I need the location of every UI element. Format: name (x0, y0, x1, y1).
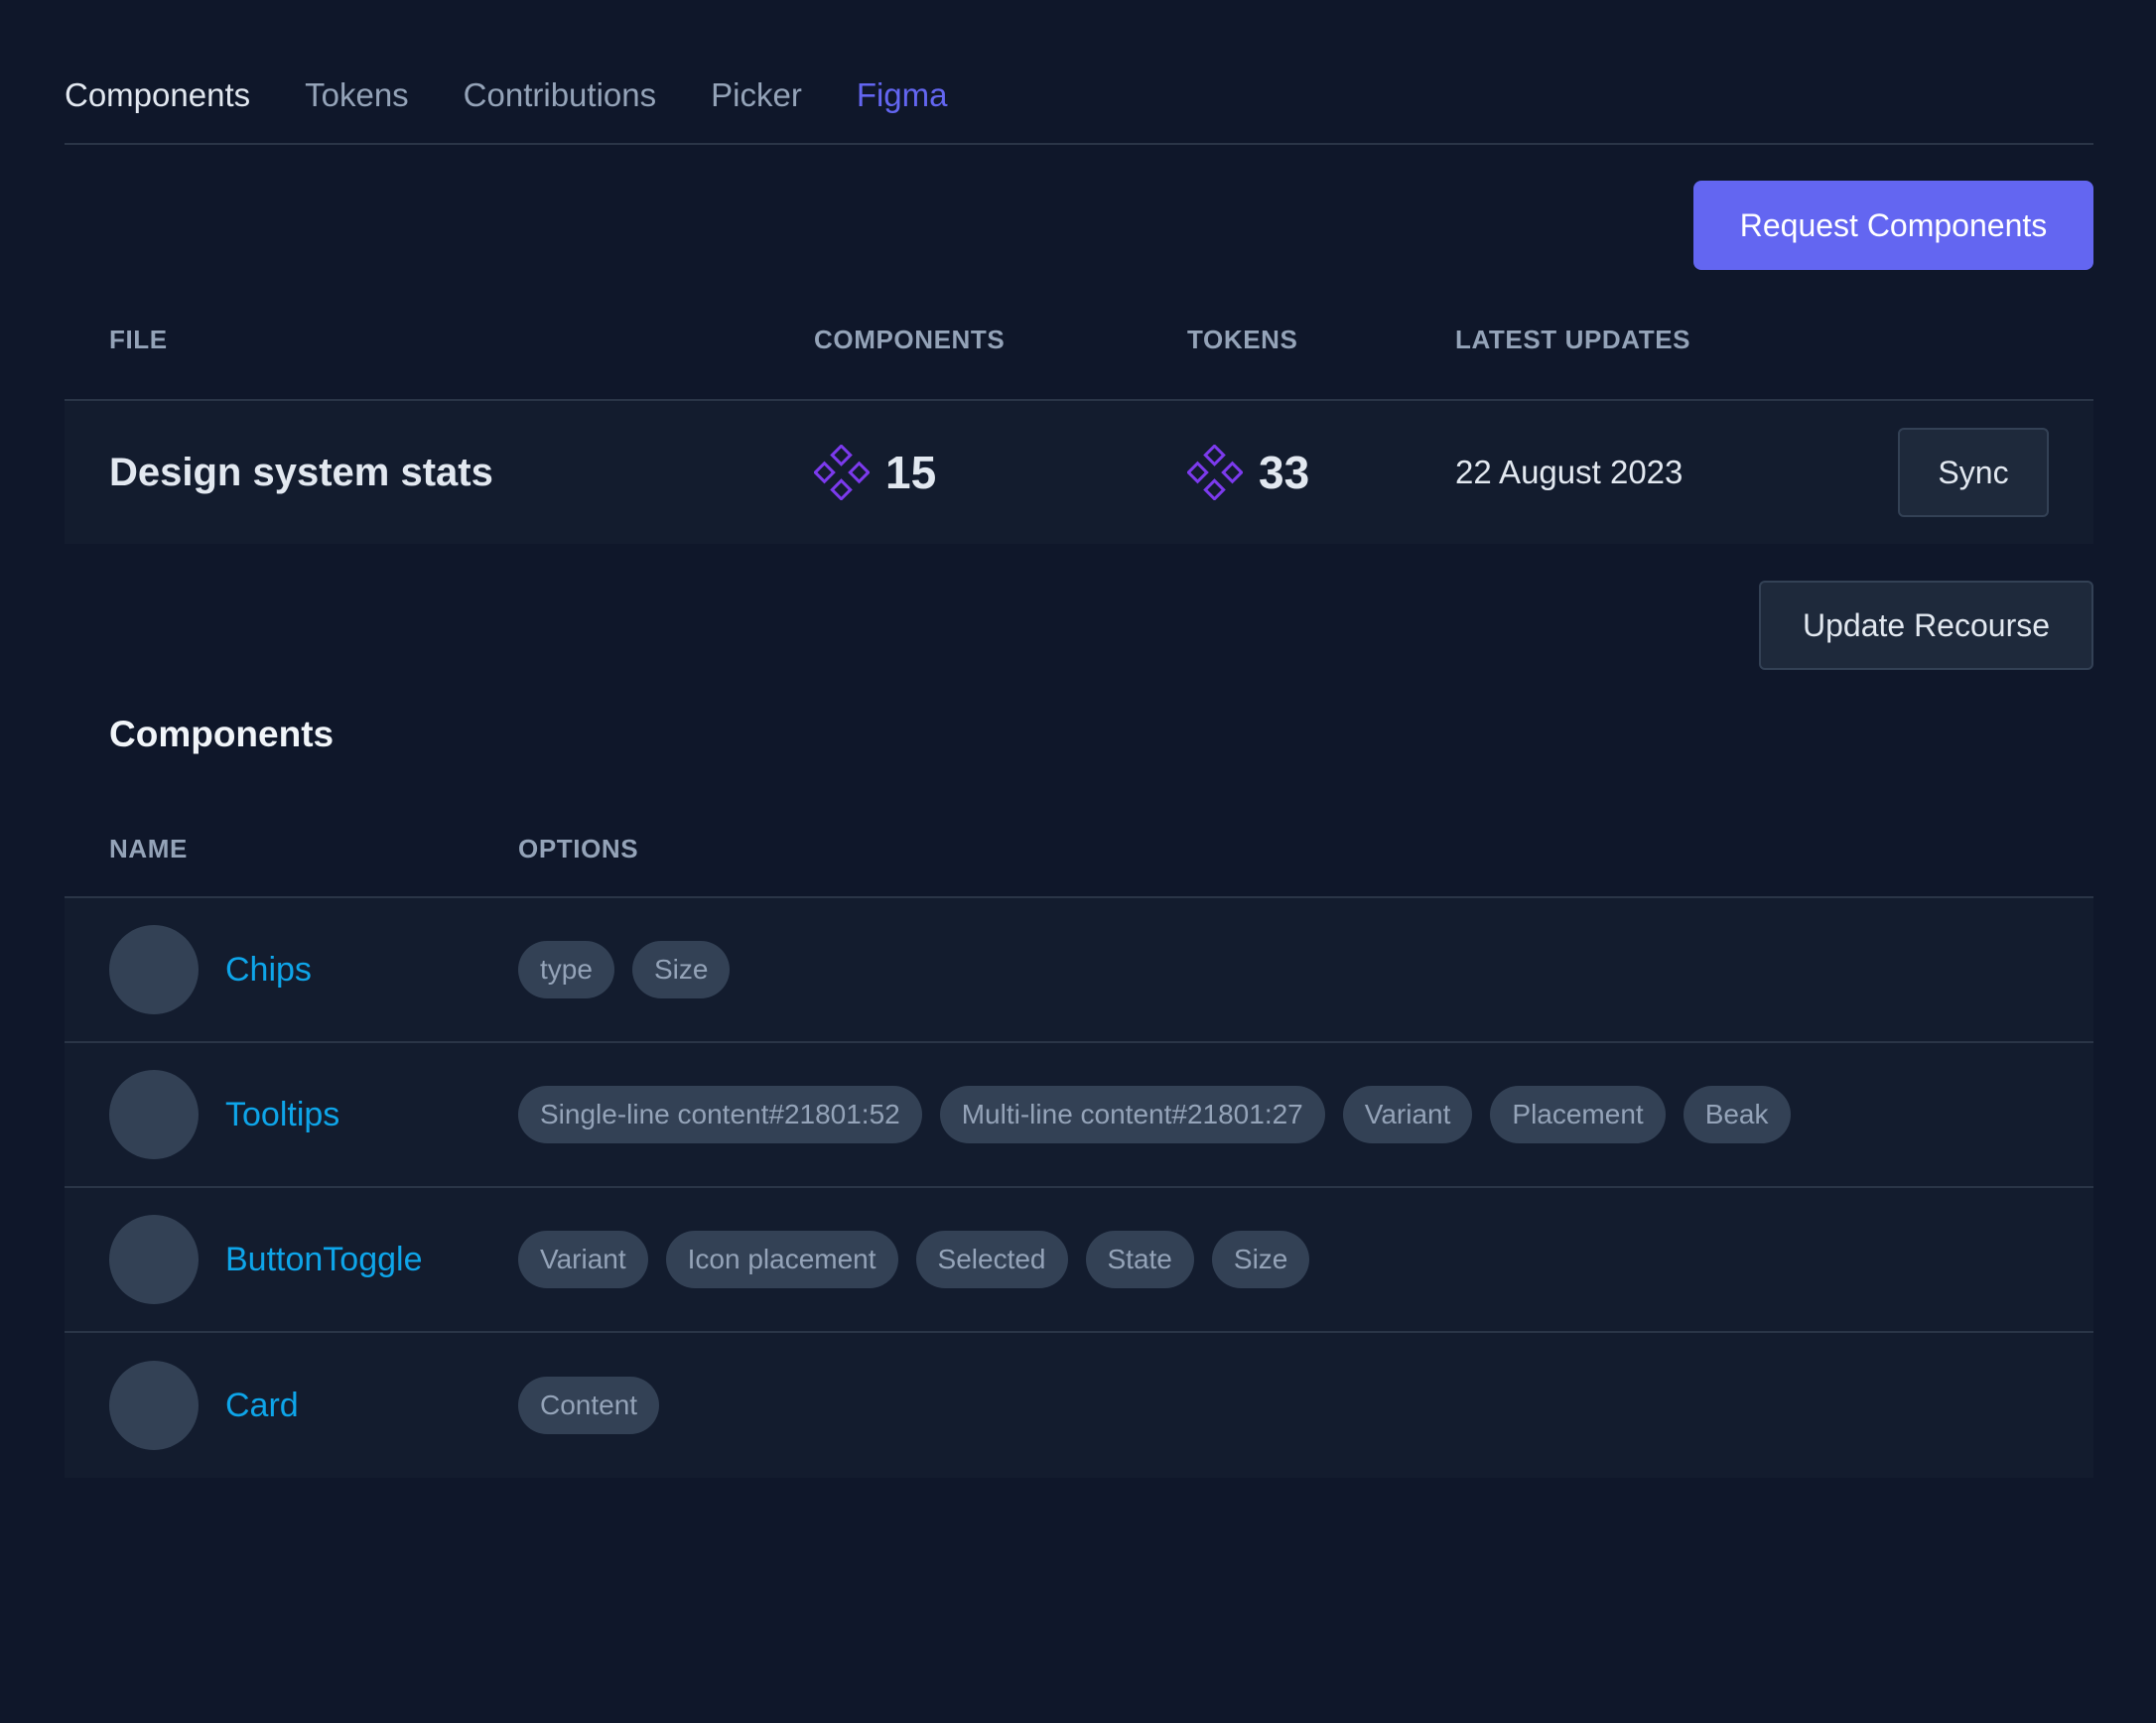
option-chip: Beak (1683, 1086, 1791, 1143)
option-chip: type (518, 941, 614, 998)
tab-picker[interactable]: Picker (711, 78, 802, 111)
header-components: COMPONENTS (814, 324, 1006, 354)
page: Components Tokens Contributions Picker F… (65, 0, 2093, 1478)
avatar (109, 925, 199, 1014)
option-chip: Variant (518, 1231, 648, 1288)
header-tokens: TOKENS (1187, 324, 1298, 354)
component-name-link[interactable]: Chips (225, 951, 312, 990)
tokens-value: 33 (1259, 447, 1310, 498)
option-chip: Single-line content#21801:52 (518, 1086, 922, 1143)
name-cell: ButtonToggle (109, 1215, 518, 1304)
sync-button[interactable]: Sync (1898, 428, 2049, 517)
option-chip: Size (631, 941, 731, 998)
tab-bar: Components Tokens Contributions Picker F… (65, 0, 2093, 145)
option-chip: Multi-line content#21801:27 (939, 1086, 1325, 1143)
component-icon (814, 445, 870, 500)
update-recourse-button[interactable]: Update Recourse (1759, 581, 2093, 670)
option-chip: Selected (915, 1231, 1068, 1288)
table-row: ButtonToggle Variant Icon placement Selecte… (65, 1188, 2093, 1333)
component-icon (1187, 445, 1243, 500)
stats-table-header: FILE COMPONENTS TOKENS LATEST UPDATES (65, 270, 2093, 401)
option-chip: Size (1211, 1231, 1310, 1288)
header-options: OPTIONS (518, 833, 639, 863)
option-chip: Variant (1342, 1086, 1473, 1143)
request-components-button[interactable]: Request Components (1693, 181, 2093, 270)
tab-tokens[interactable]: Tokens (305, 78, 409, 111)
tab-contributions[interactable]: Contributions (464, 78, 656, 111)
options-list: type Size (518, 941, 747, 998)
avatar (109, 1215, 199, 1304)
components-table-body: Chips type Size Tooltips Single-line content… (65, 898, 2093, 1478)
request-row: Request Components (65, 181, 2093, 270)
name-cell: Tooltips (109, 1070, 518, 1159)
option-chip: State (1085, 1231, 1194, 1288)
header-latest-updates: LATEST UPDATES (1455, 324, 1691, 354)
avatar (109, 1070, 199, 1159)
tab-components[interactable]: Components (65, 78, 250, 111)
table-row: Card Content (65, 1333, 2093, 1478)
avatar (109, 1361, 199, 1450)
component-name-link[interactable]: Tooltips (225, 1096, 339, 1134)
table-row: Tooltips Single-line content#21801:52 Mult… (65, 1043, 2093, 1188)
tab-figma[interactable]: Figma (857, 78, 948, 111)
tokens-count: 33 (1187, 445, 1455, 500)
stats-row: Design system stats 15 33 22 August 2023… (65, 401, 2093, 544)
components-value: 15 (885, 447, 937, 498)
name-cell: Chips (109, 925, 518, 1014)
option-chip: Icon placement (665, 1231, 898, 1288)
options-list: Single-line content#21801:52 Multi-line c… (518, 1086, 1809, 1143)
header-name: NAME (109, 833, 188, 863)
table-row: Chips type Size (65, 898, 2093, 1043)
update-row: Update Recourse (65, 581, 2093, 670)
header-file: FILE (109, 324, 168, 354)
components-table-header: NAME OPTIONS (65, 801, 2093, 898)
options-list: Content (518, 1377, 677, 1434)
file-name: Design system stats (109, 450, 493, 494)
component-name-link[interactable]: Card (225, 1387, 299, 1425)
option-chip: Placement (1490, 1086, 1666, 1143)
name-cell: Card (109, 1361, 518, 1450)
component-name-link[interactable]: ButtonToggle (225, 1241, 423, 1279)
components-count: 15 (814, 445, 1187, 500)
components-section-title: Components (109, 714, 335, 754)
option-chip: Content (518, 1377, 660, 1434)
latest-update-date: 22 August 2023 (1455, 454, 1684, 490)
options-list: Variant Icon placement Selected State Size (518, 1231, 1327, 1288)
